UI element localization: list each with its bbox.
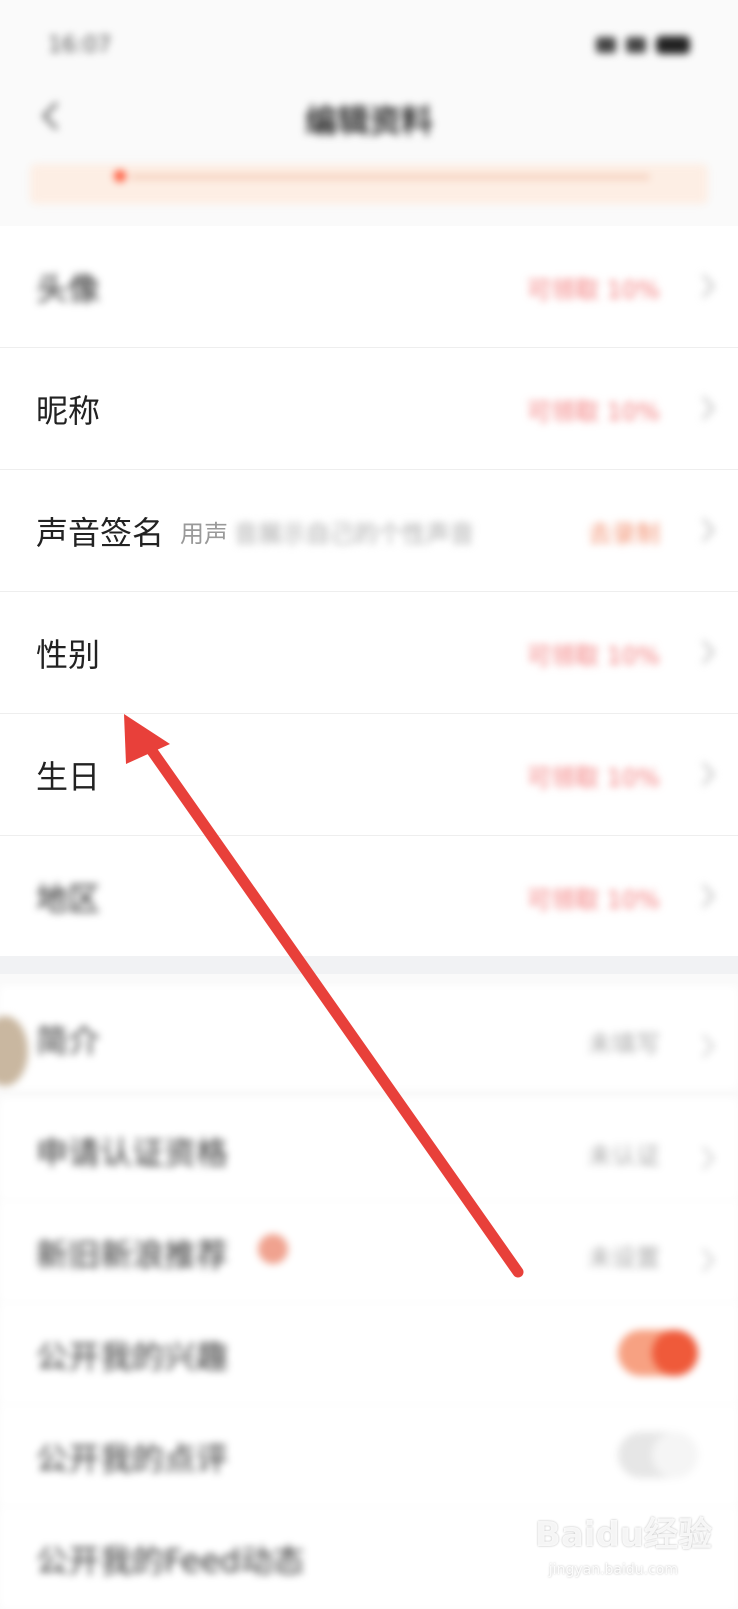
status-time: 16:07 (48, 32, 112, 58)
wifi-icon (626, 37, 646, 53)
row-label: 地区 (36, 880, 101, 918)
chevron-right-icon (702, 884, 715, 908)
row-public-reviews[interactable]: 公开我的点评 (0, 1404, 738, 1507)
row-nickname[interactable]: 昵称 可领取 10% (0, 348, 738, 470)
row-label: 性别 (36, 636, 101, 674)
row-label: 简介 (36, 1022, 101, 1060)
row-value: 可领取 10% (527, 398, 660, 426)
interests-toggle[interactable] (618, 1330, 698, 1376)
row-label: 新旧新浪推荐 (36, 1236, 229, 1274)
row-label: 申请认证资格 (36, 1134, 229, 1172)
chevron-right-icon (702, 762, 715, 786)
chevron-right-icon (702, 640, 715, 664)
row-value: 未填写 (588, 1030, 660, 1058)
row-value: 未认证 (588, 1142, 660, 1170)
row-birthday[interactable]: 生日 可领取 10% (0, 714, 738, 836)
chevron-right-icon (702, 1248, 715, 1272)
row-value: 去录制 (588, 520, 660, 548)
row-label: 公开我的点评 (36, 1440, 229, 1478)
row-public-interests[interactable]: 公开我的兴趣 (0, 1302, 738, 1405)
row-value: 可领取 10% (527, 642, 660, 670)
notice-dot (114, 170, 126, 182)
row-label: 公开我的Feed动态 (36, 1542, 305, 1580)
row-region[interactable]: 地区 可领取 10% (0, 836, 738, 958)
row-label: 声音签名 (36, 514, 165, 552)
row-certification[interactable]: 申请认证资格 未认证 (0, 1098, 738, 1201)
row-value: 可领取 10% (527, 276, 660, 304)
row-bio[interactable]: 简介 未填写 (0, 986, 738, 1089)
page-title: 编辑资料 (304, 102, 433, 140)
row-avatar[interactable]: 头像 可领取 10% (0, 226, 738, 348)
row-value: 未设置 (588, 1244, 660, 1272)
row-label: 公开我的兴趣 (36, 1338, 229, 1376)
row-voice-signature[interactable]: 声音签名 用声 音展示自己的个性声音 去录制 (0, 470, 738, 592)
status-icons (596, 36, 690, 54)
notice-progress (130, 174, 650, 180)
row-value: 可领取 10% (527, 764, 660, 792)
toggle-knob (652, 1432, 698, 1478)
chevron-right-icon (702, 396, 715, 420)
row-label: 头像 (36, 270, 101, 308)
reviews-toggle[interactable] (618, 1432, 698, 1478)
battery-icon (656, 36, 690, 54)
section-divider (0, 956, 738, 974)
row-label: 昵称 (36, 392, 101, 430)
voice-hint-blurred: 音展示自己的个性声音 (234, 520, 474, 548)
row-value: 可领取 10% (527, 886, 660, 914)
chevron-right-icon (702, 518, 715, 542)
voice-hint: 用声 (180, 520, 228, 548)
signal-icon (596, 37, 616, 53)
toggle-knob (652, 1330, 698, 1376)
row-gender[interactable]: 性别 可领取 10% (0, 592, 738, 714)
row-recommend[interactable]: 新旧新浪推荐 未设置 (0, 1200, 738, 1303)
notice-banner[interactable] (30, 164, 708, 204)
status-bar: 16:07 (0, 0, 738, 90)
nav-bar: 编辑资料 (0, 88, 738, 152)
baidu-watermark: Baidu经验 (534, 1515, 712, 1555)
row-label: 生日 (36, 758, 101, 796)
baidu-watermark-url: jingyan.baidu.com (548, 1562, 678, 1578)
chevron-right-icon (702, 274, 715, 298)
chevron-right-icon (702, 1146, 715, 1170)
hot-badge-icon (258, 1234, 288, 1264)
chevron-right-icon (702, 1034, 715, 1058)
